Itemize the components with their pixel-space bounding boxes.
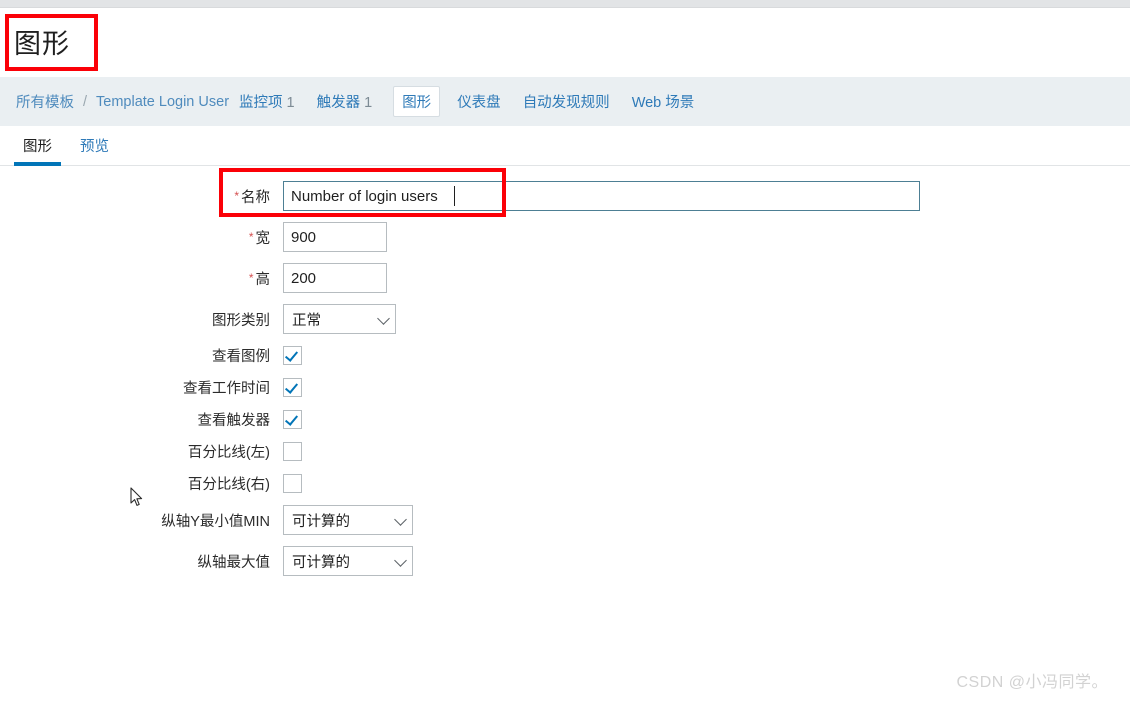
tab-preview[interactable]: 预览: [71, 135, 118, 165]
label-y-min: 纵轴Y最小值MIN: [161, 513, 270, 530]
chevron-down-icon: [394, 513, 407, 526]
label-name-text: 名称: [241, 189, 270, 206]
label-y-max: 纵轴最大值: [197, 554, 271, 571]
show-working-time-checkbox[interactable]: [283, 378, 302, 397]
form-row-graph-type: 图形类别 正常: [0, 304, 1130, 334]
form-row-y-max: 纵轴最大值 可计算的: [0, 546, 1130, 576]
label-percentile-left: 百分比线(左): [187, 445, 270, 461]
nav-link-triggers-count: 1: [364, 95, 373, 111]
page-title: 图形: [14, 29, 70, 59]
nav-link-triggers[interactable]: 触发器 1: [316, 89, 374, 114]
form-row-height: * 高: [0, 263, 1130, 293]
nav-link-triggers-label: 触发器: [316, 95, 361, 111]
label-percentile-right: 百分比线(右): [187, 477, 270, 493]
height-input[interactable]: [283, 263, 387, 293]
form-row-percentile-right: 百分比线(右): [0, 473, 1130, 494]
name-input-wrap: [283, 181, 920, 211]
form-row-name: * 名称: [0, 181, 1130, 211]
graph-type-value: 正常: [292, 312, 321, 329]
percentile-right-checkbox[interactable]: [283, 474, 302, 493]
nav-link-items-count: 1: [286, 95, 295, 111]
nav-link-graphs[interactable]: 图形: [393, 86, 441, 117]
chevron-down-icon: [394, 554, 407, 567]
nav-link-dashboards[interactable]: 仪表盘: [456, 89, 502, 114]
y-max-select[interactable]: 可计算的: [283, 546, 413, 576]
label-show-triggers: 查看触发器: [197, 413, 271, 429]
nav-link-items-label: 监控项: [239, 95, 283, 111]
percentile-left-checkbox[interactable]: [283, 442, 302, 461]
tab-strip: 图形 预览: [0, 126, 1130, 166]
form-row-percentile-left: 百分比线(左): [0, 441, 1130, 462]
breadcrumb-template-name[interactable]: Template Login User: [96, 94, 229, 110]
graph-type-select[interactable]: 正常: [283, 304, 396, 334]
required-asterisk-name: *: [234, 188, 239, 203]
watermark: CSDN @小冯同学。: [956, 674, 1108, 691]
label-graph-type: 图形类别: [212, 312, 270, 329]
form-row-show-working-time: 查看工作时间: [0, 377, 1130, 398]
label-show-legend: 查看图例: [212, 349, 270, 365]
nav-link-web-scenarios[interactable]: Web 场景: [631, 89, 696, 114]
y-min-select[interactable]: 可计算的: [283, 505, 413, 535]
object-nav-band: 所有模板 / Template Login User 监控项 1 触发器 1 图形 …: [0, 77, 1130, 126]
form-row-show-legend: 查看图例: [0, 345, 1130, 366]
label-name: * 名称: [0, 186, 283, 207]
name-input[interactable]: [283, 181, 920, 211]
chevron-down-icon: [377, 312, 390, 325]
show-legend-checkbox[interactable]: [283, 346, 302, 365]
graph-form: *名称 *宽 *高 图形类别 正常 查看图例 查看工作时间 查看触发器 百分比线…: [0, 166, 1130, 576]
required-asterisk-height: *: [248, 270, 254, 285]
label-height-text: 高: [255, 271, 271, 288]
y-max-value: 可计算的: [292, 554, 350, 571]
show-triggers-checkbox[interactable]: [283, 410, 302, 429]
y-min-value: 可计算的: [292, 513, 350, 530]
label-height: * 高: [0, 268, 283, 289]
title-zone: 图形: [0, 8, 1130, 77]
nav-link-items[interactable]: 监控项 1: [238, 89, 296, 114]
text-caret: [454, 186, 455, 206]
required-asterisk-width: *: [248, 229, 254, 244]
label-width: * 宽: [0, 227, 283, 248]
label-show-working-time: 查看工作时间: [183, 381, 270, 397]
tab-graph[interactable]: 图形: [14, 135, 61, 166]
label-width-text: 宽: [255, 230, 271, 247]
top-strip: [0, 0, 1130, 8]
form-row-width: * 宽: [0, 222, 1130, 252]
breadcrumb-all-templates[interactable]: 所有模板: [16, 91, 74, 112]
form-row-y-min: 纵轴Y最小值MIN 可计算的: [0, 505, 1130, 535]
form-row-show-triggers: 查看触发器: [0, 409, 1130, 430]
nav-link-discovery-rules[interactable]: 自动发现规则: [522, 89, 611, 114]
breadcrumb-separator: /: [83, 93, 88, 110]
width-input[interactable]: [283, 222, 387, 252]
